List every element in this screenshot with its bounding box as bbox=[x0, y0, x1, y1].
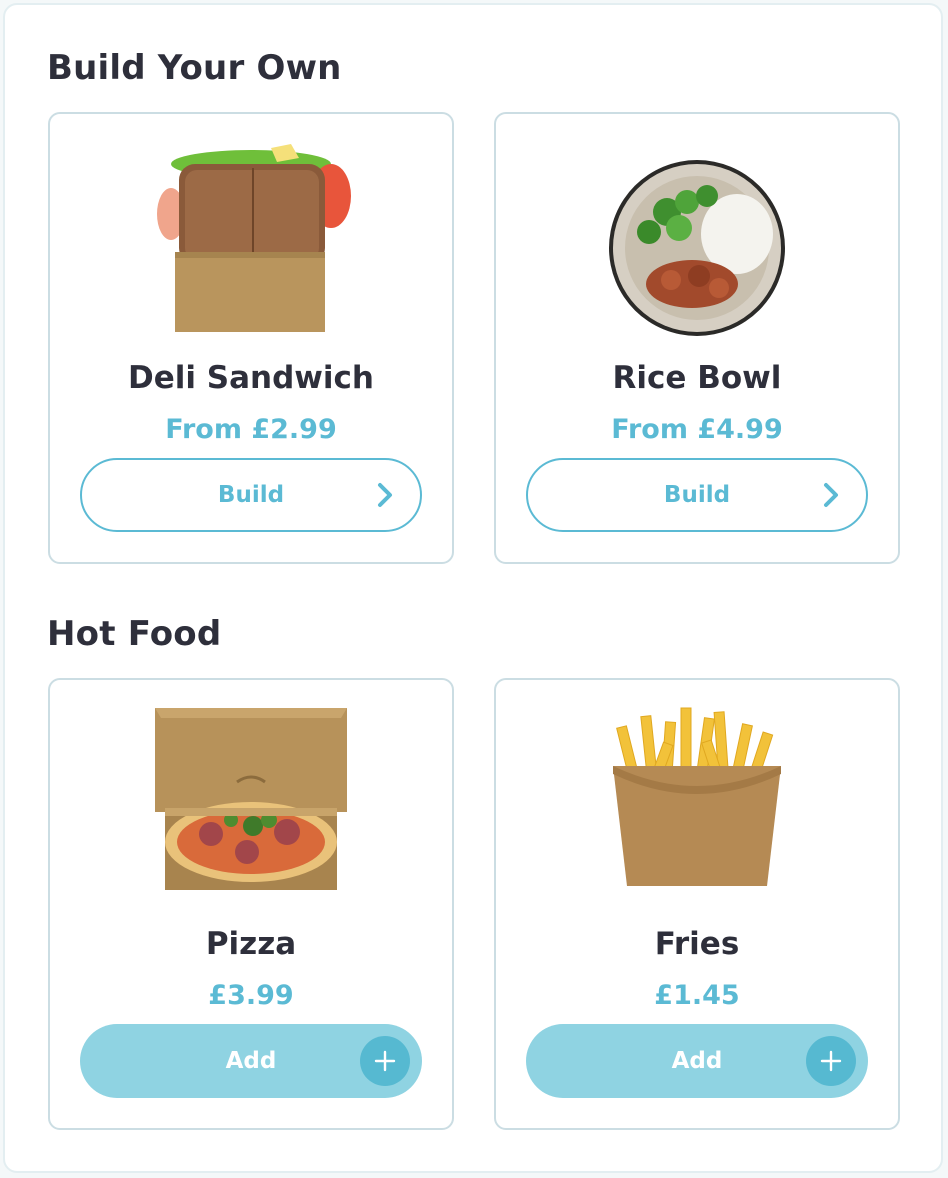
product-card-rice-bowl[interactable]: Rice Bowl From £4.99 Build bbox=[494, 112, 900, 564]
build-button-label: Build bbox=[663, 482, 731, 508]
pizza-image bbox=[155, 708, 347, 890]
plus-icon bbox=[806, 1036, 856, 1086]
product-card-pizza[interactable]: Pizza £3.99 Add bbox=[48, 678, 454, 1130]
product-card-deli-sandwich[interactable]: Deli Sandwich From £2.99 Build bbox=[48, 112, 454, 564]
product-name: Rice Bowl bbox=[612, 360, 782, 396]
product-price: From £4.99 bbox=[611, 414, 783, 445]
chevron-right-icon bbox=[824, 483, 838, 507]
build-button[interactable]: Build bbox=[526, 458, 868, 532]
section-title-hot-food: Hot Food bbox=[47, 614, 222, 654]
build-button-label: Build bbox=[217, 482, 285, 508]
product-name: Fries bbox=[654, 926, 740, 962]
deli-sandwich-image bbox=[157, 144, 351, 332]
product-price: From £2.99 bbox=[165, 414, 337, 445]
fries-image bbox=[613, 707, 781, 886]
add-button-label: Add bbox=[671, 1048, 723, 1074]
product-price: £3.99 bbox=[208, 980, 294, 1011]
add-button[interactable]: Add bbox=[80, 1024, 422, 1098]
plus-icon bbox=[360, 1036, 410, 1086]
add-button-label: Add bbox=[225, 1048, 277, 1074]
product-name: Deli Sandwich bbox=[127, 360, 375, 396]
chevron-right-icon bbox=[378, 483, 392, 507]
product-price: £1.45 bbox=[654, 980, 740, 1011]
product-card-fries[interactable]: Fries £1.45 Add bbox=[494, 678, 900, 1130]
product-name: Pizza bbox=[205, 926, 297, 962]
section-title-build-your-own: Build Your Own bbox=[47, 48, 342, 88]
build-button[interactable]: Build bbox=[80, 458, 422, 532]
add-button[interactable]: Add bbox=[526, 1024, 868, 1098]
rice-bowl-image bbox=[609, 160, 785, 336]
